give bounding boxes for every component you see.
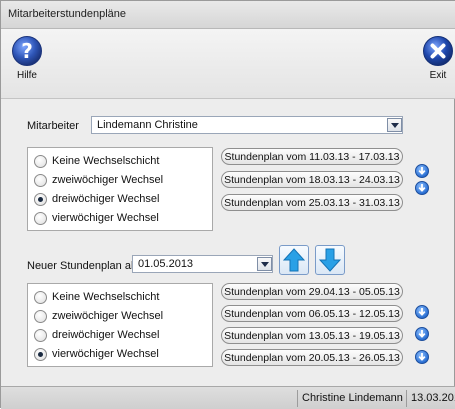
download-plan-button[interactable] — [415, 350, 429, 364]
arrow-down-icon — [418, 167, 426, 175]
status-date: 13.03.201 — [406, 390, 455, 407]
plan-label: Stundenplan vom 25.03.13 - 31.03.13 — [224, 196, 400, 209]
employee-label: Mitarbeiter — [27, 120, 79, 132]
option-label: dreiwöchiger Wechsel — [52, 329, 160, 341]
plan-label: Stundenplan vom 18.03.13 - 24.03.13 — [224, 173, 400, 186]
exit-label: Exit — [429, 70, 447, 81]
option-label: dreiwöchiger Wechsel — [52, 193, 160, 205]
new-shift-options: Keine Wechselschicht zweiwöchiger Wechse… — [27, 283, 213, 367]
download-plan-button[interactable] — [415, 164, 429, 178]
new-plan-button[interactable]: Stundenplan vom 20.05.13 - 26.05.13 — [221, 349, 403, 366]
plan-label: Stundenplan vom 11.03.13 - 17.03.13 — [224, 150, 400, 163]
help-icon: ? — [7, 35, 47, 70]
help-label: Hilfe — [16, 70, 37, 81]
arrow-up-icon — [283, 248, 305, 272]
radio-button[interactable] — [34, 173, 47, 187]
help-button[interactable]: ? Hilfe — [7, 35, 47, 81]
arrow-down-icon — [418, 308, 426, 316]
title-bar: Mitarbeiterstundenpläne — [1, 1, 455, 29]
current-option[interactable]: Keine Wechselschicht — [34, 152, 159, 170]
window-title: Mitarbeiterstundenpläne — [8, 8, 127, 20]
option-label: zweiwöchiger Wechsel — [52, 174, 164, 186]
new-option[interactable]: Keine Wechselschicht — [34, 288, 159, 306]
new-option[interactable]: vierwöchiger Wechsel — [34, 345, 159, 363]
arrow-down-icon — [418, 330, 426, 338]
move-up-button[interactable] — [279, 245, 309, 275]
download-plan-button[interactable] — [415, 181, 429, 195]
current-option[interactable]: vierwöchiger Wechsel — [34, 209, 159, 227]
status-date-text: 13.03.201 — [411, 392, 455, 404]
radio-button-selected[interactable] — [34, 347, 47, 361]
plan-label: Stundenplan vom 20.05.13 - 26.05.13 — [224, 351, 400, 364]
status-bar: Christine Lindemann 13.03.201 — [1, 386, 455, 409]
move-down-button[interactable] — [315, 245, 345, 275]
current-shift-options: Keine Wechselschicht zweiwöchiger Wechse… — [27, 147, 213, 231]
radio-button[interactable] — [34, 290, 47, 304]
arrow-down-icon — [319, 248, 341, 272]
app-window: Mitarbeiterstundenpläne ? Hilfe Exit Mit… — [0, 0, 455, 409]
new-plan-date-field[interactable]: 01.05.2013 — [132, 255, 273, 273]
radio-button[interactable] — [34, 328, 47, 342]
exit-icon — [421, 35, 455, 70]
option-label: vierwöchiger Wechsel — [52, 348, 159, 360]
employee-dropdown-button[interactable] — [387, 118, 402, 132]
radio-button[interactable] — [34, 309, 47, 323]
current-option[interactable]: zweiwöchiger Wechsel — [34, 171, 163, 189]
new-option[interactable]: dreiwöchiger Wechsel — [34, 326, 159, 344]
employee-select[interactable]: Lindemann Christine — [91, 116, 403, 134]
radio-button-selected[interactable] — [34, 192, 47, 206]
radio-button[interactable] — [34, 211, 47, 225]
current-option[interactable]: dreiwöchiger Wechsel — [34, 190, 159, 208]
download-plan-button[interactable] — [415, 305, 429, 319]
new-plan-button[interactable]: Stundenplan vom 13.05.13 - 19.05.13 — [221, 327, 403, 344]
plan-label: Stundenplan vom 29.04.13 - 05.05.13 — [224, 285, 400, 298]
exit-button[interactable]: Exit — [421, 35, 455, 81]
arrow-down-icon — [418, 353, 426, 361]
toolbar: ? Hilfe Exit — [1, 29, 455, 99]
new-plan-date: 01.05.2013 — [138, 258, 194, 270]
current-plan-button[interactable]: Stundenplan vom 18.03.13 - 24.03.13 — [221, 171, 403, 188]
chevron-down-icon — [390, 122, 399, 128]
status-user-text: Christine Lindemann — [302, 392, 403, 404]
option-label: Keine Wechselschicht — [52, 291, 160, 303]
status-user: Christine Lindemann — [297, 390, 407, 407]
new-option[interactable]: zweiwöchiger Wechsel — [34, 307, 163, 325]
new-plan-button[interactable]: Stundenplan vom 06.05.13 - 12.05.13 — [221, 305, 403, 322]
plan-label: Stundenplan vom 13.05.13 - 19.05.13 — [224, 329, 400, 342]
download-plan-button[interactable] — [415, 327, 429, 341]
option-label: zweiwöchiger Wechsel — [52, 310, 164, 322]
arrow-down-icon — [418, 184, 426, 192]
option-label: Keine Wechselschicht — [52, 155, 160, 167]
option-label: vierwöchiger Wechsel — [52, 212, 159, 224]
current-plan-button[interactable]: Stundenplan vom 25.03.13 - 31.03.13 — [221, 194, 403, 211]
new-plan-button[interactable]: Stundenplan vom 29.04.13 - 05.05.13 — [221, 283, 403, 300]
svg-text:?: ? — [21, 39, 33, 63]
radio-button[interactable] — [34, 154, 47, 168]
employee-value: Lindemann Christine — [97, 119, 198, 131]
chevron-down-icon — [260, 261, 269, 267]
date-dropdown-button[interactable] — [257, 257, 272, 271]
new-plan-label: Neuer Stundenplan ab — [27, 260, 138, 272]
current-plan-button[interactable]: Stundenplan vom 11.03.13 - 17.03.13 — [221, 148, 403, 165]
plan-label: Stundenplan vom 06.05.13 - 12.05.13 — [224, 307, 400, 320]
